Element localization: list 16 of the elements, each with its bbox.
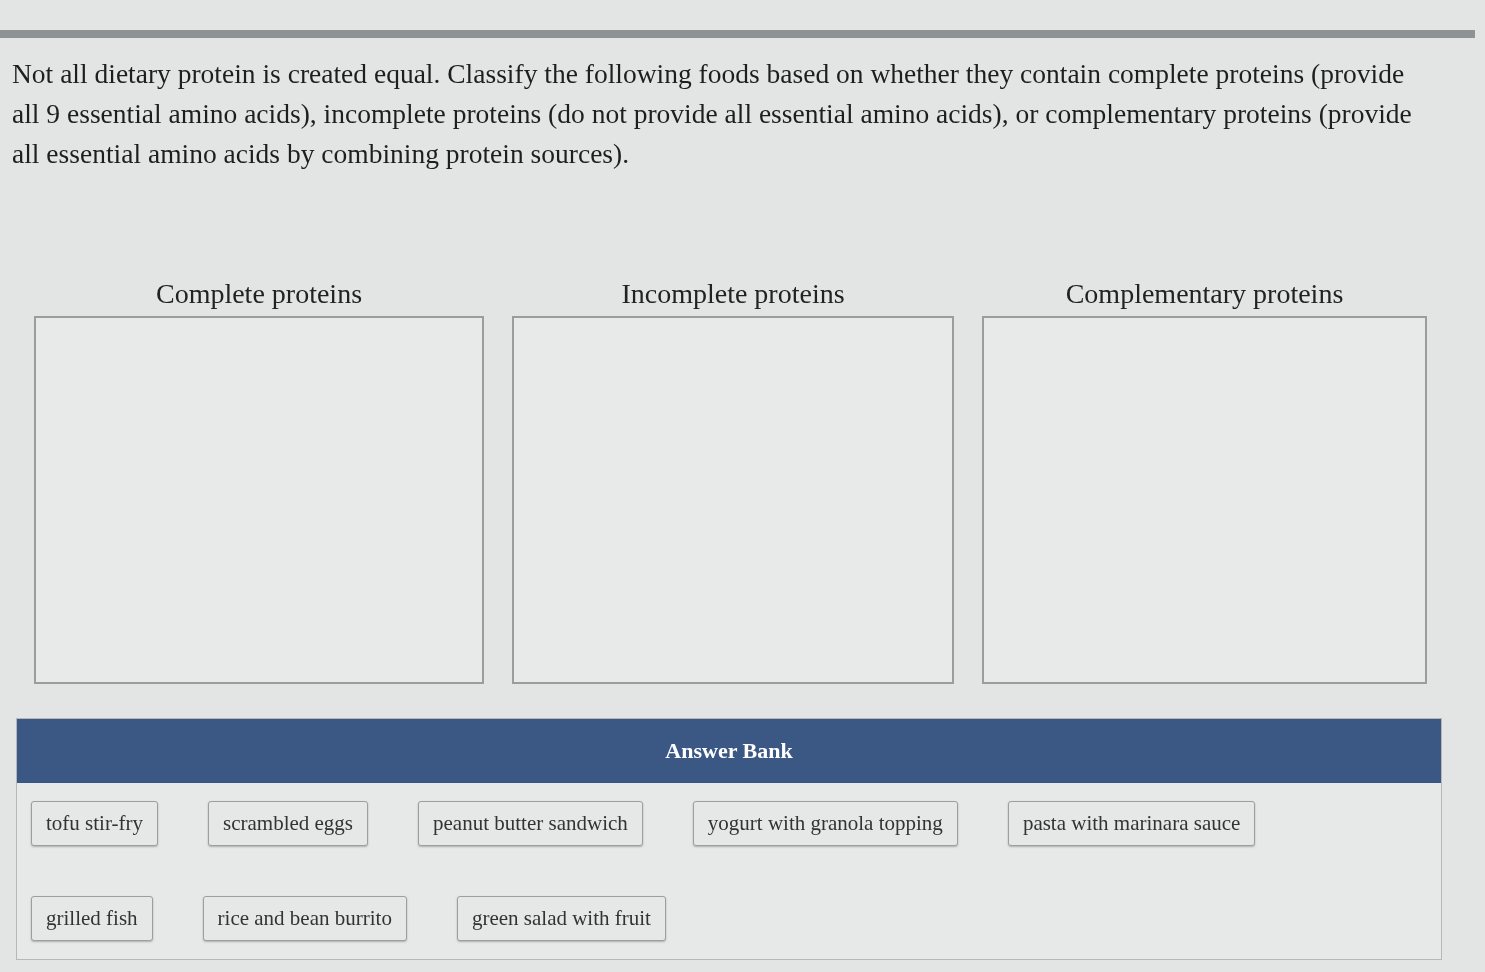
- answer-tile[interactable]: peanut butter sandwich: [418, 801, 643, 846]
- answer-tile[interactable]: scrambled eggs: [208, 801, 369, 846]
- category-heading: Complete proteins: [155, 278, 363, 310]
- answer-tile[interactable]: yogurt with granola topping: [692, 801, 958, 846]
- question-text: Not all dietary protein is created equal. Classify the following foods based on whether they contain complete proteins (provide all 9 essential amino acids), incomplete proteins (do not provide all essential amino acids), or complementary proteins (provide all essential amino acids by combining protein sources).: [12, 57, 1413, 171]
- drop-zone[interactable]: [982, 316, 1427, 684]
- answer-tile[interactable]: green salad with fruit: [456, 896, 666, 941]
- answer-tile[interactable]: pasta with marinara sauce: [1007, 801, 1256, 846]
- answer-tile[interactable]: rice and bean burrito: [202, 896, 407, 941]
- answer-bank-title: Answer Bank: [17, 719, 1441, 783]
- category-heading: Incomplete proteins: [621, 278, 845, 310]
- answer-tile[interactable]: tofu stir-fry: [31, 801, 158, 846]
- category-heading: Complementary proteins: [1065, 278, 1344, 310]
- answer-tile[interactable]: grilled fish: [31, 896, 153, 941]
- drop-zone[interactable]: [512, 316, 954, 684]
- drop-zone[interactable]: [34, 316, 484, 684]
